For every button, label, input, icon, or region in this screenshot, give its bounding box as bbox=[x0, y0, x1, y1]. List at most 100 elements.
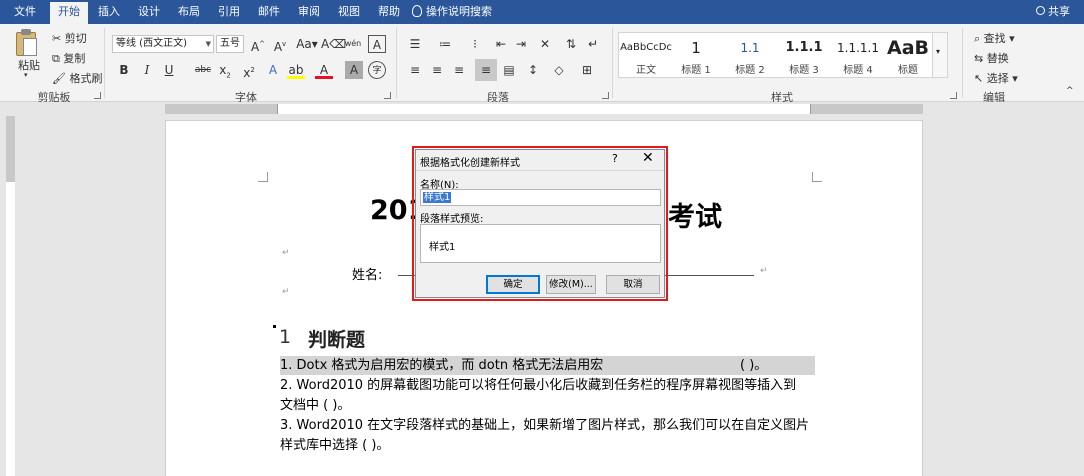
highlight-icon[interactable]: ab bbox=[287, 61, 305, 79]
style-name-input[interactable]: 样式1 bbox=[420, 189, 661, 206]
tab-insert[interactable]: 插入 bbox=[90, 0, 128, 24]
question-line[interactable]: 2. Word2010 的屏幕截图功能可以将任何最小化后收藏到任务栏的程序屏幕视… bbox=[280, 376, 796, 395]
bullets-icon[interactable]: ☰ bbox=[406, 35, 424, 53]
paragraph-launcher-icon[interactable] bbox=[602, 92, 609, 99]
underline-icon[interactable]: U bbox=[160, 61, 178, 79]
font-name-combo[interactable]: 等线 (西文正文) ▼ bbox=[112, 35, 214, 53]
heading-number: 1 bbox=[279, 326, 292, 348]
decrease-indent-icon[interactable]: ⇤ bbox=[492, 35, 510, 53]
clipboard-launcher-icon[interactable] bbox=[94, 92, 101, 99]
paste-label: 粘贴 bbox=[18, 59, 40, 72]
format-painter-button[interactable]: 🖌 格式刷 bbox=[52, 70, 102, 86]
increase-indent-icon[interactable]: ⇥ bbox=[512, 35, 530, 53]
subscript-icon[interactable]: x2 bbox=[216, 61, 234, 79]
preview-label: 段落样式预览: bbox=[420, 214, 484, 225]
superscript-icon[interactable]: x2 bbox=[240, 61, 258, 80]
style-heading3[interactable]: 1.1.1 标题 3 bbox=[777, 33, 831, 77]
replace-button[interactable]: ⇆ 替换 bbox=[974, 50, 1009, 66]
share-label: 共享 bbox=[1048, 5, 1070, 18]
strikethrough-icon[interactable]: abc bbox=[192, 61, 214, 79]
align-left-icon[interactable]: ≡ bbox=[406, 61, 424, 79]
style-heading2[interactable]: 1.1 标题 2 bbox=[723, 33, 777, 77]
character-shading-icon[interactable]: A bbox=[345, 61, 363, 79]
tab-review[interactable]: 审阅 bbox=[290, 0, 328, 24]
clear-formatting-icon[interactable]: A⌫ bbox=[321, 35, 346, 53]
italic-icon[interactable]: I bbox=[138, 61, 156, 79]
tab-references[interactable]: 引用 bbox=[210, 0, 248, 24]
style-heading1[interactable]: 1 标题 1 bbox=[669, 33, 723, 77]
font-size-combo[interactable]: 五号 bbox=[216, 35, 244, 53]
tab-home[interactable]: 开始 bbox=[50, 0, 88, 24]
enclose-characters-icon[interactable]: 字 bbox=[368, 61, 386, 79]
shading-icon[interactable]: ◇ bbox=[550, 61, 568, 79]
find-button[interactable]: ⌕ 查找 ▾ bbox=[974, 30, 1015, 46]
tab-design[interactable]: 设计 bbox=[130, 0, 168, 24]
numbering-icon[interactable]: ≔ bbox=[436, 35, 454, 53]
paintbrush-icon: 🖌 bbox=[52, 72, 66, 85]
modify-button[interactable]: 修改(M)... bbox=[546, 275, 596, 294]
style-preview-box: 样式1 bbox=[420, 224, 661, 263]
replace-icon: ⇆ bbox=[974, 52, 984, 65]
crop-mark bbox=[258, 172, 268, 182]
align-center-icon[interactable]: ≡ bbox=[428, 61, 446, 79]
phonetic-guide-icon[interactable]: wén bbox=[344, 35, 362, 53]
heading-bullet bbox=[273, 325, 276, 328]
close-icon[interactable]: ✕ bbox=[642, 150, 654, 166]
collapse-ribbon-icon[interactable]: ^ bbox=[1066, 86, 1074, 96]
scissors-icon: ✂ bbox=[52, 32, 62, 45]
question-line[interactable]: 3. Word2010 在文字段落样式的基础上，如果新增了图片样式，那么我们可以… bbox=[280, 416, 809, 435]
cancel-button[interactable]: 取消 bbox=[606, 275, 660, 294]
lightbulb-icon bbox=[412, 5, 422, 17]
styles-launcher-icon[interactable] bbox=[950, 92, 957, 99]
styles-gallery-more[interactable]: ▾ bbox=[932, 32, 948, 78]
ok-button[interactable]: 确定 bbox=[486, 275, 540, 294]
tab-mailings[interactable]: 邮件 bbox=[250, 0, 288, 24]
font-launcher-icon[interactable] bbox=[384, 92, 391, 99]
borders-icon[interactable]: ⊞ bbox=[578, 61, 596, 79]
chevron-down-icon: ▼ bbox=[205, 40, 211, 48]
font-color-icon[interactable]: A bbox=[315, 61, 333, 79]
help-icon[interactable]: ? bbox=[612, 152, 618, 165]
paste-dropdown-icon[interactable]: ▾ bbox=[24, 71, 28, 79]
cut-button[interactable]: ✂ 剪切 bbox=[52, 30, 87, 46]
distributed-icon[interactable]: ▤ bbox=[500, 61, 518, 79]
grow-font-icon[interactable]: A^ bbox=[249, 35, 267, 54]
paragraph-mark-icon: ↵ bbox=[282, 287, 290, 297]
copy-button[interactable]: ⧉ 复制 bbox=[52, 50, 85, 66]
ribbon-tab-bar: 文件 开始 插入 设计 布局 引用 邮件 审阅 视图 帮助 操作说明搜索 共享 bbox=[0, 0, 1084, 24]
style-normal[interactable]: AaBbCcDc 正文 bbox=[619, 33, 673, 77]
ribbon-home: 粘贴 ▾ ✂ 剪切 ⧉ 复制 🖌 格式刷 剪贴板 等线 (西文正文) ▼ 五号 A… bbox=[0, 24, 1084, 104]
question-line[interactable]: 样式库中选择 ( )。 bbox=[280, 436, 389, 455]
question-line[interactable]: 1. Dotx 格式为启用宏的模式，而 dotn 格式无法启用宏 bbox=[280, 356, 815, 375]
preview-text: 样式1 bbox=[429, 242, 456, 253]
document-title-right: 考试 bbox=[668, 202, 722, 233]
tab-layout[interactable]: 布局 bbox=[170, 0, 208, 24]
style-title[interactable]: AaB 标题 bbox=[881, 33, 935, 77]
tab-file[interactable]: 文件 bbox=[6, 0, 44, 24]
chinese-layout-icon[interactable]: ✕ bbox=[536, 35, 554, 53]
character-border-icon[interactable]: A bbox=[368, 35, 386, 53]
crop-mark bbox=[812, 172, 822, 182]
tab-view[interactable]: 视图 bbox=[330, 0, 368, 24]
question-line[interactable]: 文档中 ( )。 bbox=[280, 396, 350, 415]
tell-me-search[interactable]: 操作说明搜索 bbox=[412, 0, 492, 24]
change-case-icon[interactable]: Aa▾ bbox=[296, 35, 318, 53]
shrink-font-icon[interactable]: Av bbox=[271, 35, 289, 54]
multilevel-list-icon[interactable]: ⁝ bbox=[466, 35, 484, 53]
dialog-title: 根据格式化创建新样式 bbox=[420, 158, 520, 169]
justify-icon[interactable]: ≡ bbox=[475, 59, 497, 81]
vertical-ruler[interactable] bbox=[0, 116, 18, 476]
text-effects-icon[interactable]: A bbox=[264, 61, 282, 79]
align-right-icon[interactable]: ≡ bbox=[450, 61, 468, 79]
show-marks-icon[interactable]: ↵ bbox=[584, 35, 602, 53]
select-button[interactable]: ↖ 选择 ▾ bbox=[974, 70, 1018, 86]
style-heading4[interactable]: 1.1.1.1 标题 4 bbox=[831, 33, 885, 77]
tab-help[interactable]: 帮助 bbox=[370, 0, 408, 24]
share-button[interactable]: 共享 bbox=[1036, 0, 1070, 24]
person-icon bbox=[1036, 6, 1045, 15]
paste-button[interactable] bbox=[14, 28, 38, 58]
sort-icon[interactable]: ⇅ bbox=[562, 35, 580, 53]
bold-icon[interactable]: B bbox=[115, 61, 133, 79]
horizontal-ruler[interactable] bbox=[0, 102, 1084, 116]
line-spacing-icon[interactable]: ↕ bbox=[524, 61, 542, 79]
